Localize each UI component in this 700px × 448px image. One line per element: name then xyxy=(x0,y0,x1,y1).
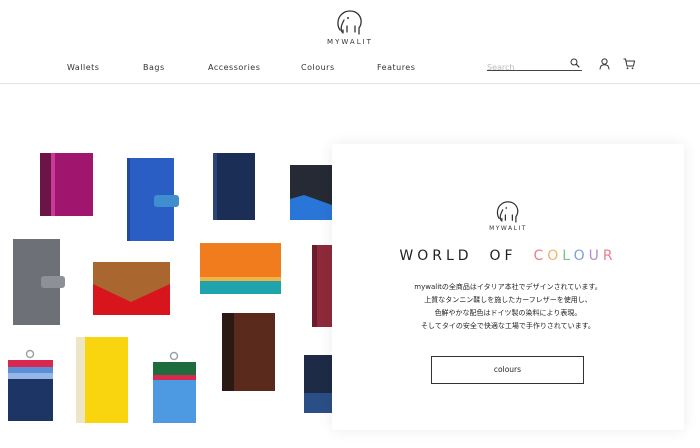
site-header: MYWALIT Wallets Bags Accessories Colours… xyxy=(0,0,700,84)
description-line: mywalitの全商品はイタリア本社でデザインされています。 xyxy=(414,283,602,291)
title-letter: R xyxy=(602,248,617,264)
colours-button[interactable]: colours xyxy=(431,356,584,384)
nav-features[interactable]: Features xyxy=(377,63,415,72)
world-of-colour-panel: MYWALIT WORLD OF COLOUR mywalitの全商品はイタリア… xyxy=(332,144,684,430)
product-image-lanyard-green-holder[interactable] xyxy=(153,351,196,423)
title-letter: O xyxy=(573,248,589,264)
brand-logo[interactable]: MYWALIT xyxy=(322,8,378,50)
main-nav: Wallets Bags Accessories Colours Feature… xyxy=(0,63,700,75)
title-word-world: WORLD xyxy=(399,248,473,264)
nav-bags[interactable]: Bags xyxy=(143,63,165,72)
product-image-purple-wallet[interactable] xyxy=(312,245,332,327)
panel-description: mywalitの全商品はイタリア本社でデザインされています。 上質なタンニン鞣し… xyxy=(332,281,684,333)
nav-accessories[interactable]: Accessories xyxy=(208,63,260,72)
panel-title: WORLD OF COLOUR xyxy=(332,248,684,264)
search-icon[interactable] xyxy=(570,58,580,68)
title-letter: O xyxy=(547,248,563,264)
account-icon[interactable] xyxy=(599,58,610,70)
description-line: そしてタイの安全で快適な工場で手作りされています。 xyxy=(421,322,595,330)
product-image-brown-wallet[interactable] xyxy=(222,313,275,391)
cart-icon[interactable] xyxy=(623,58,635,70)
product-image-grey-tab-wallet[interactable] xyxy=(13,239,65,325)
hero-section: MYWALIT WORLD OF COLOUR mywalitの全商品はイタリア… xyxy=(0,85,700,448)
product-collage xyxy=(0,145,332,448)
description-line: 色鮮やかな配色はドイツ製の染料により表現。 xyxy=(434,309,582,317)
product-image-black-blue-wallet[interactable] xyxy=(290,165,332,220)
title-letter: L xyxy=(562,248,574,264)
title-letter: U xyxy=(588,248,603,264)
product-image-lanyard-blue-holder[interactable] xyxy=(8,348,53,421)
product-image-magenta-wallet[interactable] xyxy=(40,153,93,216)
elephant-logo-icon xyxy=(337,10,362,35)
brand-name: MYWALIT xyxy=(327,38,373,46)
description-line: 上質なタンニン鞣しを施したカーフレザーを使用し、 xyxy=(424,296,592,304)
elephant-logo-icon xyxy=(496,201,519,223)
panel-brand-name: MYWALIT xyxy=(489,225,527,232)
panel-logo: MYWALIT xyxy=(485,199,531,237)
product-image-blue-tab-wallet[interactable] xyxy=(127,158,179,241)
product-image-orange-teal-wallet[interactable] xyxy=(200,243,281,294)
product-image-brown-envelope-wallet[interactable] xyxy=(93,262,170,315)
product-image-navy-holder[interactable] xyxy=(213,153,255,220)
product-image-yellow-holder[interactable] xyxy=(76,337,128,423)
search-box xyxy=(487,57,582,74)
title-word-of: OF xyxy=(489,248,517,264)
product-image-navy-wallet[interactable] xyxy=(304,355,332,413)
nav-wallets[interactable]: Wallets xyxy=(67,63,99,72)
nav-colours[interactable]: Colours xyxy=(301,63,335,72)
search-input[interactable] xyxy=(487,61,567,74)
title-letter: C xyxy=(533,248,548,264)
